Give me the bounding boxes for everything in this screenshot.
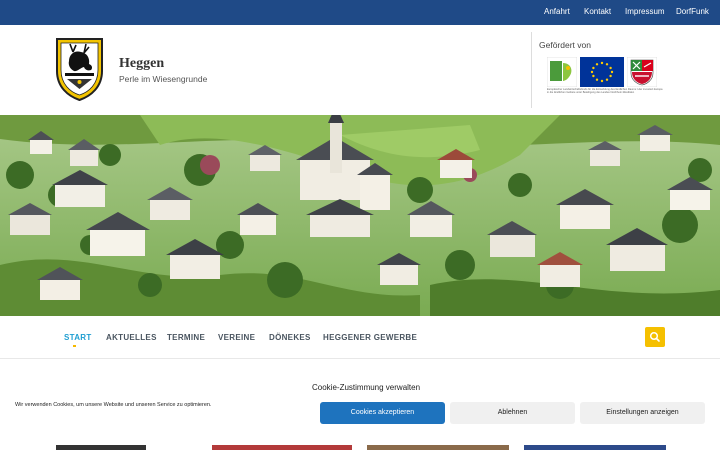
search-icon — [649, 331, 660, 342]
nrw-logo-icon — [627, 57, 657, 87]
topnav-anfahrt[interactable]: Anfahrt — [544, 7, 570, 16]
hero-village-image — [0, 115, 720, 316]
eu-flag-icon — [580, 57, 624, 87]
nav-start[interactable]: START — [64, 333, 92, 342]
nav-vereine[interactable]: VEREINE — [218, 333, 255, 342]
cookie-text: Wir verwenden Cookies, um unsere Website… — [15, 402, 212, 408]
funding-fineprint: Europäischer Landwirtschaftsfonds für di… — [547, 88, 663, 95]
nav-termine[interactable]: TERMINE — [167, 333, 205, 342]
cookie-banner: Cookie-Zustimmung verwalten Wir verwende… — [0, 370, 720, 450]
main-navigation: START AKTUELLES TERMINE VEREINE DÖNEKES … — [0, 316, 720, 359]
nav-doenekes[interactable]: DÖNEKES — [269, 333, 311, 342]
teaser-image-1[interactable] — [212, 445, 352, 450]
cookie-decline-button[interactable]: Ablehnen — [450, 402, 575, 424]
active-indicator — [73, 345, 76, 347]
topnav-dorffunk[interactable]: DorfFunk — [676, 7, 709, 16]
funding-label: Gefördert von — [539, 40, 591, 50]
teaser-image-2[interactable] — [367, 445, 509, 450]
topnav-impressum[interactable]: Impressum — [625, 7, 665, 16]
topnav-kontakt[interactable]: Kontakt — [584, 7, 611, 16]
search-button[interactable] — [645, 327, 665, 347]
cookie-settings-button[interactable]: Einstellungen anzeigen — [580, 402, 705, 424]
nav-heggener-gewerbe[interactable]: HEGGENER GEWERBE — [323, 333, 417, 342]
site-title[interactable]: Heggen — [119, 56, 164, 72]
heggen-crest-icon[interactable] — [55, 37, 104, 101]
site-tagline: Perle im Wiesengrunde — [119, 74, 208, 84]
nav-aktuelles[interactable]: AKTUELLES — [106, 333, 157, 342]
top-bar: Anfahrt Kontakt Impressum DorfFunk — [0, 0, 720, 25]
cookie-accept-button[interactable]: Cookies akzeptieren — [320, 402, 445, 424]
teaser-heading-partial — [56, 445, 146, 450]
site-header: Heggen Perle im Wiesengrunde Gefördert v… — [0, 25, 720, 115]
cookie-title: Cookie-Zustimmung verwalten — [312, 383, 421, 392]
teaser-image-3[interactable] — [524, 445, 666, 450]
header-divider — [531, 32, 532, 108]
leader-logo-icon — [547, 57, 577, 87]
